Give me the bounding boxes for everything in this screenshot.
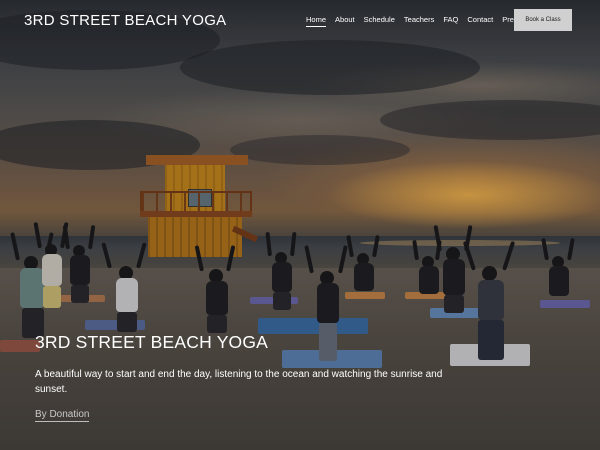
site-header: 3RD STREET BEACH YOGA Home About Schedul… xyxy=(0,0,600,42)
main-nav: Home About Schedule Teachers FAQ Contact… xyxy=(306,15,530,27)
nav-schedule[interactable]: Schedule xyxy=(364,15,395,27)
by-donation-link[interactable]: By Donation xyxy=(35,409,90,422)
nav-home[interactable]: Home xyxy=(306,15,327,27)
nav-contact[interactable]: Contact xyxy=(467,15,493,27)
site-logo[interactable]: 3RD STREET BEACH YOGA xyxy=(24,12,226,29)
book-a-class-button[interactable]: Book a Class xyxy=(514,9,572,31)
nav-teachers[interactable]: Teachers xyxy=(404,15,434,27)
hero-title: 3RD STREET BEACH YOGA xyxy=(35,332,269,352)
hero-description: A beautiful way to start and end the day… xyxy=(35,369,443,395)
page: 3RD STREET BEACH YOGA Home About Schedul… xyxy=(0,0,600,450)
nav-about[interactable]: About xyxy=(335,15,355,27)
nav-faq[interactable]: FAQ xyxy=(443,15,458,27)
